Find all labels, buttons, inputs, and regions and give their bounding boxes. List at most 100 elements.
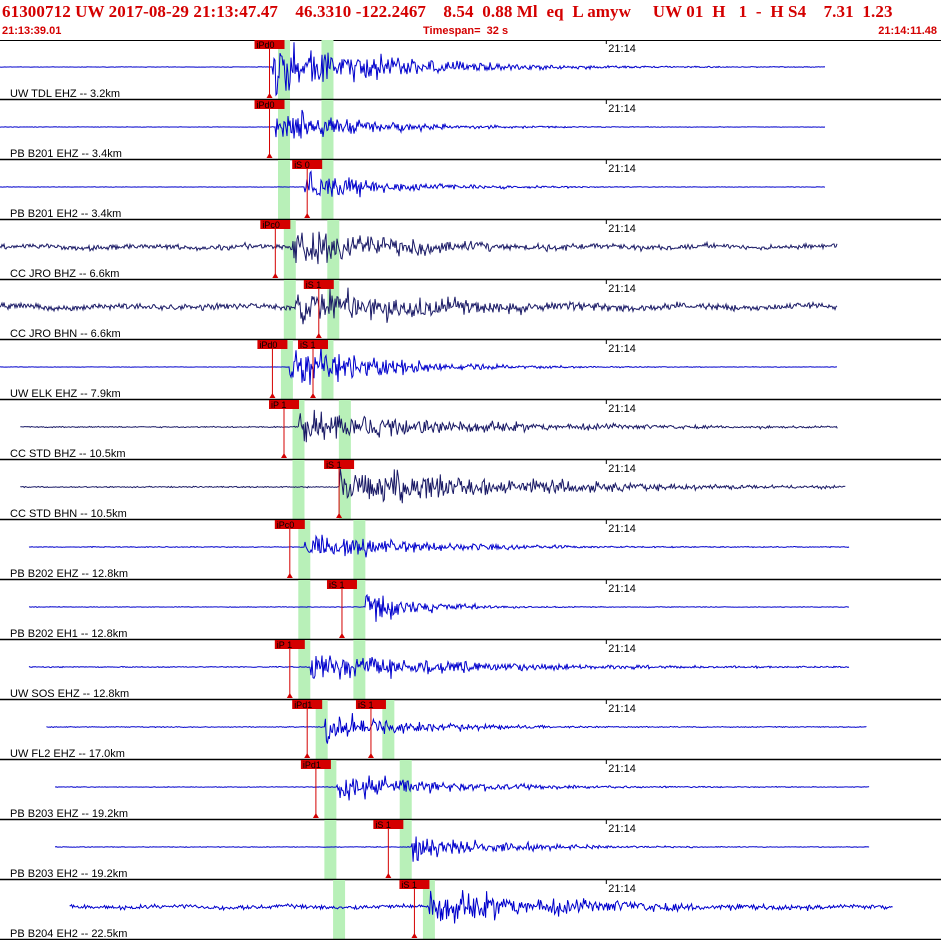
minute-tick-label: 21:14	[608, 223, 636, 235]
minute-tick-label: 21:14	[608, 703, 636, 715]
station-label: PB B204 EH2 -- 22.5km	[10, 928, 127, 940]
pick-code: iPc0	[262, 220, 280, 230]
pick-code: iS 1	[306, 280, 322, 290]
timespan-label: Timespan= 32 s	[423, 25, 509, 37]
end-time: 21:14:11.48	[878, 25, 937, 37]
trace-panel[interactable]: 21:14 iS 1 CC JRO BHN -- 6.6km	[0, 280, 941, 341]
waveform-trace	[20, 468, 846, 504]
pick-marker	[411, 933, 418, 938]
trace-panel[interactable]: 21:14 iPd0 iS 1 UW ELK EHZ -- 7.9km	[0, 340, 941, 401]
pick-marker	[266, 153, 273, 158]
station-label: CC STD BHN -- 10.5km	[10, 508, 127, 520]
pick-code: iPd1	[294, 700, 312, 710]
waveform-trace	[20, 409, 838, 443]
minute-tick-label: 21:14	[608, 163, 636, 175]
phase-window	[298, 580, 311, 640]
station-label: UW ELK EHZ -- 7.9km	[10, 388, 121, 400]
phase-window	[333, 880, 346, 940]
pick-code: iS 1	[300, 340, 316, 350]
pick-marker	[312, 813, 319, 818]
pick-code: iP 1	[271, 400, 286, 410]
pick-code: iS 1	[329, 580, 345, 590]
trace-panel[interactable]: 21:14 iS 1 PB B204 EH2 -- 22.5km	[0, 880, 941, 940]
start-time: 21:13:39.01	[2, 25, 62, 37]
trace-panel[interactable]: 21:14 iPd1 iS 1 UW FL2 EHZ -- 17.0km	[0, 700, 941, 761]
minute-tick-label: 21:14	[608, 643, 636, 655]
minute-tick-label: 21:14	[608, 283, 636, 295]
minute-tick-label: 21:14	[608, 523, 636, 535]
event-header: 61300712 UW 2017-08-29 21:13:47.47 46.33…	[0, 0, 941, 41]
station-label: PB B201 EH2 -- 3.4km	[10, 208, 121, 220]
pick-marker	[315, 333, 322, 338]
pick-marker	[286, 573, 293, 578]
station-label: PB B203 EH2 -- 19.2km	[10, 868, 127, 880]
minute-tick-label: 21:14	[608, 103, 636, 115]
waveform-trace	[28, 534, 850, 558]
minute-tick-label: 21:14	[608, 43, 636, 55]
phase-window	[278, 160, 291, 220]
pick-code: iPd0	[257, 40, 275, 50]
phase-window	[324, 820, 337, 880]
pick-code: iPd0	[259, 340, 277, 350]
trace-panel[interactable]: 21:14 iP 1 CC STD BHZ -- 10.5km	[0, 400, 941, 461]
pick-marker	[385, 873, 392, 878]
minute-tick-label: 21:14	[608, 883, 636, 895]
waveform-trace	[0, 109, 826, 139]
pick-marker	[266, 93, 273, 98]
trace-panel[interactable]: 21:14 iS 1 PB B202 EH1 -- 12.8km	[0, 580, 941, 641]
waveform-trace	[28, 655, 850, 680]
pick-marker	[272, 273, 279, 278]
pick-marker	[309, 393, 316, 398]
pick-marker	[338, 633, 345, 638]
pick-code: iPc0	[277, 520, 295, 530]
waveform-trace	[29, 593, 850, 622]
pick-marker	[304, 213, 311, 218]
station-label: UW TDL EHZ -- 3.2km	[10, 88, 120, 100]
pick-code: iS 1	[326, 460, 342, 470]
waveform-trace	[54, 775, 870, 801]
trace-panel[interactable]: 21:14 iPc0 CC JRO BHZ -- 6.6km	[0, 220, 941, 281]
pick-code: iS 1	[375, 820, 391, 830]
waveform-trace	[0, 231, 838, 265]
pick-code: iP 1	[277, 640, 292, 650]
minute-tick-label: 21:14	[608, 583, 636, 595]
waveform-trace	[54, 836, 870, 862]
waveform-trace	[0, 42, 826, 97]
pick-marker	[286, 693, 293, 698]
trace-panel[interactable]: 21:14 iPd1 PB B203 EHZ -- 19.2km	[0, 760, 941, 821]
trace-panel[interactable]: 21:14 iS 0 PB B201 EH2 -- 3.4km	[0, 160, 941, 221]
phase-window	[292, 460, 305, 520]
trace-panel[interactable]: 21:14 iPd0 UW TDL EHZ -- 3.2km	[0, 40, 941, 101]
waveform-panels[interactable]: 21:14 iPd0 UW TDL EHZ -- 3.2km 21:14 iPd0 PB …	[0, 40, 941, 940]
trace-panel[interactable]: 21:14 iP 1 UW SOS EHZ -- 12.8km	[0, 640, 941, 701]
waveform-trace	[0, 170, 826, 198]
trace-panel[interactable]: 21:14 iS 1 CC STD BHN -- 10.5km	[0, 460, 941, 521]
pick-code: iS 0	[294, 160, 310, 170]
station-label: PB B203 EHZ -- 19.2km	[10, 808, 128, 820]
station-label: CC STD BHZ -- 10.5km	[10, 448, 126, 460]
waveform-trace	[69, 890, 893, 924]
minute-tick-label: 21:14	[608, 763, 636, 775]
waveform-trace	[46, 713, 867, 744]
trace-panel[interactable]: 21:14 iPc0 PB B202 EHZ -- 12.8km	[0, 520, 941, 581]
station-label: PB B202 EHZ -- 12.8km	[10, 568, 128, 580]
seismogram-canvas[interactable]: 21:14 iPd0 UW TDL EHZ -- 3.2km 21:14 iPd0 PB …	[0, 40, 941, 940]
phase-window	[353, 520, 366, 580]
pick-marker	[304, 753, 311, 758]
pick-code: iS 1	[401, 880, 417, 890]
minute-tick-label: 21:14	[608, 343, 636, 355]
pick-code: iPd1	[303, 760, 321, 770]
pick-marker	[269, 393, 276, 398]
station-label: PB B202 EH1 -- 12.8km	[10, 628, 127, 640]
trace-panel[interactable]: 21:14 iS 1 PB B203 EH2 -- 19.2km	[0, 820, 941, 881]
station-label: CC JRO BHZ -- 6.6km	[10, 268, 119, 280]
pick-marker	[367, 753, 374, 758]
phase-window	[338, 400, 351, 460]
station-label: UW SOS EHZ -- 12.8km	[10, 688, 129, 700]
minute-tick-label: 21:14	[608, 403, 636, 415]
station-label: CC JRO BHN -- 6.6km	[10, 328, 121, 340]
trace-panel[interactable]: 21:14 iPd0 PB B201 EHZ -- 3.4km	[0, 100, 941, 161]
station-label: UW FL2 EHZ -- 17.0km	[10, 748, 125, 760]
pick-marker	[281, 453, 288, 458]
waveform-trace	[0, 345, 837, 385]
